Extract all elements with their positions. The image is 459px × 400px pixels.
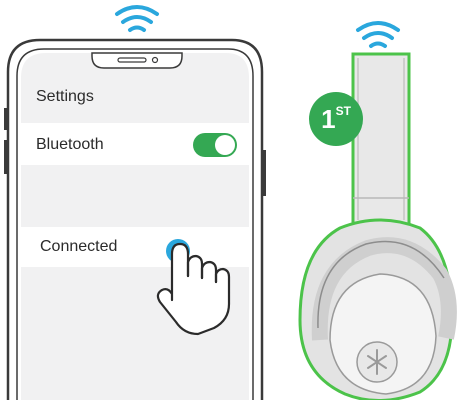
settings-title: Settings [36,88,94,105]
phone-wifi-icon [115,5,159,32]
step-suffix: ST [335,104,351,118]
connected-label: Connected [40,238,118,255]
step-number: 1 [321,103,336,134]
bluetooth-toggle[interactable] [193,133,237,157]
bluetooth-label: Bluetooth [36,136,104,153]
headphone-wifi-icon [356,21,400,48]
illustration [4,5,457,400]
logo-icon [356,341,398,383]
step-badge: 1 ST [309,92,363,146]
